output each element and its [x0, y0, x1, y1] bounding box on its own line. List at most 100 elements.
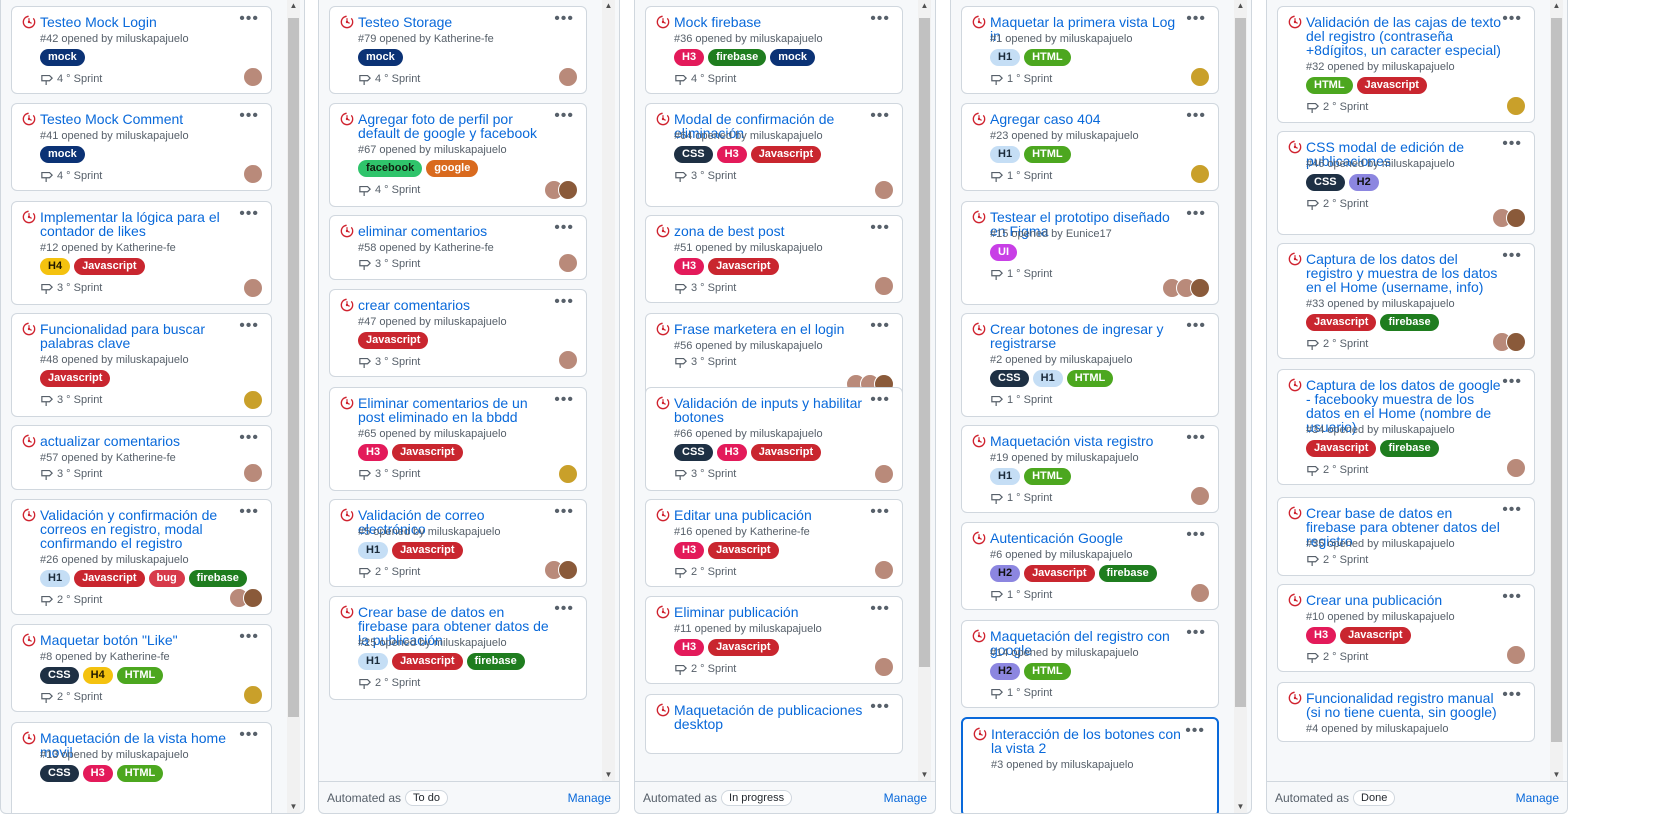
scroll-down-icon[interactable]: ▼ — [1550, 769, 1563, 781]
milestone[interactable]: 2 ° Sprint — [1306, 101, 1368, 113]
avatar[interactable] — [1190, 278, 1210, 298]
milestone[interactable]: 2 ° Sprint — [674, 663, 736, 675]
card-menu-icon[interactable]: ••• — [239, 430, 259, 446]
card-menu-icon[interactable]: ••• — [870, 318, 890, 334]
avatar[interactable] — [874, 180, 894, 200]
issue-title[interactable]: zona de best post — [674, 224, 872, 238]
issue-title[interactable]: crear comentarios — [358, 298, 556, 312]
milestone[interactable]: 4 ° Sprint — [40, 170, 102, 182]
milestone[interactable]: 3 ° Sprint — [40, 468, 102, 480]
label-h2[interactable]: H2 — [990, 565, 1021, 582]
avatar[interactable] — [1190, 164, 1210, 184]
label-mock[interactable]: mock — [358, 49, 403, 66]
label-javascript[interactable]: Javascript — [1356, 77, 1427, 94]
issue-title[interactable]: Funcionalidad para buscar palabras clave — [40, 322, 241, 350]
scroll-down-icon[interactable]: ▼ — [602, 769, 615, 781]
label-h1[interactable]: H1 — [358, 542, 389, 559]
issue-title[interactable]: Agregar caso 404 — [990, 112, 1188, 126]
label-javascript[interactable]: Javascript — [40, 370, 111, 387]
label-h2[interactable]: H2 — [990, 663, 1021, 680]
card-menu-icon[interactable]: ••• — [870, 11, 890, 27]
issue-card[interactable]: ••• Captura de los datos del registro y m… — [1277, 243, 1535, 359]
label-javascript[interactable]: Javascript — [358, 332, 429, 349]
label-h4[interactable]: H4 — [40, 258, 71, 275]
label-bug[interactable]: bug — [148, 570, 185, 587]
scrollbar-thumb[interactable] — [1235, 18, 1246, 707]
avatar[interactable] — [243, 685, 263, 705]
issue-title[interactable]: Testeo Storage — [358, 15, 556, 29]
issue-card[interactable]: ••• Validación de las cajas de texto del … — [1277, 6, 1535, 123]
card-menu-icon[interactable]: ••• — [870, 504, 890, 520]
card-menu-icon[interactable]: ••• — [1186, 430, 1206, 446]
issue-title[interactable]: Agregar foto de perfil por default de go… — [358, 112, 556, 140]
issue-card[interactable]: ••• Maquetación de la vista home movil #13… — [11, 722, 272, 813]
milestone[interactable]: 2 ° Sprint — [1306, 651, 1368, 663]
avatar[interactable] — [243, 67, 263, 87]
label-h3[interactable]: H3 — [82, 765, 113, 782]
issue-card[interactable]: ••• Maquetación de publicaciones desktop — [645, 694, 903, 754]
avatar[interactable] — [1506, 208, 1526, 228]
label-h3[interactable]: H3 — [674, 542, 705, 559]
card-menu-icon[interactable]: ••• — [1186, 318, 1206, 334]
label-firebase[interactable]: firebase — [1380, 440, 1439, 457]
issue-card[interactable]: ••• Testeo Storage #79 opened by Katherine… — [329, 6, 587, 94]
label-html[interactable]: HTML — [1024, 663, 1071, 680]
milestone[interactable]: 3 ° Sprint — [40, 394, 102, 406]
milestone[interactable]: 2 ° Sprint — [1306, 464, 1368, 476]
card-menu-icon[interactable]: ••• — [1502, 374, 1522, 390]
milestone[interactable]: 3 ° Sprint — [674, 356, 736, 368]
avatar[interactable] — [558, 253, 578, 273]
column-scrollbar[interactable]: ▲ ▼ — [918, 0, 931, 781]
label-javascript[interactable]: Javascript — [392, 542, 463, 559]
manage-link[interactable]: Manage — [568, 791, 611, 805]
label-javascript[interactable]: Javascript — [1024, 565, 1095, 582]
milestone[interactable]: 2 ° Sprint — [40, 691, 102, 703]
issue-card[interactable]: ••• Crear una publicación #10 opened by mi… — [1277, 584, 1535, 672]
avatar[interactable] — [1190, 67, 1210, 87]
issue-title[interactable]: Mock firebase — [674, 15, 872, 29]
card-menu-icon[interactable]: ••• — [239, 206, 259, 222]
column-scrollbar[interactable]: ▲ ▼ — [1234, 0, 1247, 813]
milestone[interactable]: 3 ° Sprint — [674, 468, 736, 480]
issue-card[interactable]: ••• Eliminar comentarios de un post elimi… — [329, 387, 587, 491]
label-h3[interactable]: H3 — [716, 146, 747, 163]
card-menu-icon[interactable]: ••• — [1186, 11, 1206, 27]
issue-card[interactable]: ••• Crear base de datos en firebase para … — [329, 596, 587, 700]
scroll-down-icon[interactable]: ▼ — [1234, 801, 1247, 813]
card-menu-icon[interactable]: ••• — [239, 504, 259, 520]
label-firebase[interactable]: firebase — [708, 49, 767, 66]
column-scrollbar[interactable]: ▲ ▼ — [1550, 0, 1563, 781]
issue-title[interactable]: Crear una publicación — [1306, 593, 1504, 607]
column-scrollbar[interactable]: ▲ ▼ — [287, 0, 300, 813]
label-mock[interactable]: mock — [40, 49, 85, 66]
issue-card[interactable]: ••• Implementar la lógica para el contado… — [11, 201, 272, 305]
card-menu-icon[interactable]: ••• — [870, 601, 890, 617]
milestone[interactable]: 4 ° Sprint — [674, 73, 736, 85]
column-scrollbar[interactable]: ▲ ▼ — [602, 0, 615, 781]
avatar[interactable] — [243, 278, 263, 298]
milestone[interactable]: 1 ° Sprint — [990, 589, 1052, 601]
card-menu-icon[interactable]: ••• — [554, 392, 574, 408]
label-css[interactable]: CSS — [674, 146, 713, 163]
card-menu-icon[interactable]: ••• — [870, 220, 890, 236]
card-menu-icon[interactable]: ••• — [1502, 589, 1522, 605]
issue-title[interactable]: Eliminar publicación — [674, 605, 872, 619]
card-menu-icon[interactable]: ••• — [1186, 625, 1206, 641]
label-firebase[interactable]: firebase — [466, 653, 525, 670]
label-javascript[interactable]: Javascript — [708, 542, 779, 559]
label-mock[interactable]: mock — [40, 146, 85, 163]
label-html[interactable]: HTML — [1306, 77, 1353, 94]
avatar[interactable] — [243, 390, 263, 410]
label-facebook[interactable]: facebook — [358, 160, 423, 177]
issue-title[interactable]: Funcionalidad registro manual (si no tie… — [1306, 691, 1504, 719]
issue-title[interactable]: Maquetación de publicaciones desktop — [674, 703, 872, 731]
label-javascript[interactable]: Javascript — [1340, 627, 1411, 644]
milestone[interactable]: 1 ° Sprint — [990, 268, 1052, 280]
card-menu-icon[interactable]: ••• — [239, 318, 259, 334]
scroll-down-icon[interactable]: ▼ — [287, 801, 300, 813]
avatar[interactable] — [558, 350, 578, 370]
card-menu-icon[interactable]: ••• — [1502, 687, 1522, 703]
label-h1[interactable]: H1 — [990, 146, 1021, 163]
avatar[interactable] — [1190, 583, 1210, 603]
issue-title[interactable]: Crear botones de ingresar y registrarse — [990, 322, 1188, 350]
